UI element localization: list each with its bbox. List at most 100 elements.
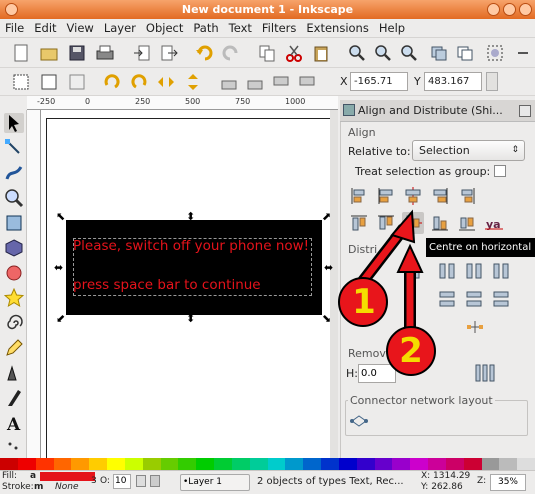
palette-swatch[interactable] <box>321 458 339 470</box>
treat-as-group-checkbox[interactable] <box>494 165 506 177</box>
y-spinner[interactable] <box>486 72 498 91</box>
distribute-gaps-icon[interactable] <box>491 260 513 282</box>
rotate-ccw-icon[interactable] <box>103 73 121 91</box>
palette-swatch[interactable] <box>71 458 90 470</box>
palette-swatch[interactable] <box>53 458 72 470</box>
menu-edit[interactable]: Edit <box>29 19 61 38</box>
connector-layout-icon[interactable] <box>348 410 370 432</box>
palette-swatch[interactable] <box>160 458 179 470</box>
palette-swatch[interactable] <box>410 458 429 470</box>
palette-swatch[interactable] <box>374 458 393 470</box>
minimize-button[interactable] <box>487 3 500 16</box>
align-left-to-right-edge-icon[interactable] <box>456 185 478 207</box>
distribute-middle-icon[interactable] <box>464 288 486 310</box>
palette-swatch[interactable] <box>285 458 304 470</box>
menu-file[interactable]: File <box>0 19 29 38</box>
canvas-text-line1[interactable]: Please, switch off your phone now! <box>73 238 309 254</box>
select-all-layers-icon[interactable] <box>40 73 58 91</box>
remove-overlaps-button-icon[interactable] <box>474 362 496 384</box>
menu-filters[interactable]: Filters <box>257 19 301 38</box>
palette-swatch[interactable] <box>0 458 18 470</box>
import-icon[interactable] <box>133 44 151 62</box>
palette-swatch[interactable] <box>517 458 535 470</box>
zoom-drawing-icon[interactable] <box>374 44 392 62</box>
palette-swatch[interactable] <box>499 458 518 470</box>
distribute-bottom-icon[interactable] <box>491 288 513 310</box>
open-icon[interactable] <box>40 44 58 62</box>
palette-swatch[interactable] <box>463 458 482 470</box>
stroke-width[interactable]: 3 <box>91 476 97 486</box>
close-button[interactable] <box>519 3 532 16</box>
flip-vertical-icon[interactable] <box>184 73 202 91</box>
align-top-to-bottom-icon[interactable] <box>456 212 478 234</box>
new-document-icon[interactable] <box>12 44 30 62</box>
align-baseline-icon[interactable]: ya <box>483 212 505 234</box>
canvas-text-line2[interactable]: press space bar to continue <box>73 277 261 293</box>
menu-extensions[interactable]: Extensions <box>301 19 373 38</box>
flip-horizontal-icon[interactable] <box>157 73 175 91</box>
palette-swatch[interactable] <box>196 458 215 470</box>
palette-swatch[interactable] <box>481 458 500 470</box>
lower-icon[interactable] <box>272 73 290 91</box>
palette-swatch[interactable] <box>249 458 268 470</box>
redo-icon[interactable] <box>222 44 240 62</box>
rotate-cw-icon[interactable] <box>130 73 148 91</box>
zoom-page-icon[interactable] <box>400 44 418 62</box>
clone-icon[interactable] <box>456 44 474 62</box>
duplicate-icon[interactable] <box>430 44 448 62</box>
select-all-icon[interactable] <box>12 73 30 91</box>
x-input[interactable]: -165.71 <box>350 72 408 91</box>
save-icon[interactable] <box>68 44 86 62</box>
palette-swatch[interactable] <box>89 458 108 470</box>
relative-to-select[interactable]: Selection ⇕ <box>412 140 525 161</box>
palette-swatch[interactable] <box>35 458 54 470</box>
stroke-indicator[interactable]: m <box>34 482 43 492</box>
rectangle-tool-icon[interactable] <box>4 213 24 233</box>
ellipse-tool-icon[interactable] <box>4 263 24 283</box>
stroke-value[interactable]: None <box>55 482 78 492</box>
menu-help[interactable]: Help <box>374 19 410 38</box>
palette-swatch[interactable] <box>142 458 161 470</box>
spiral-tool-icon[interactable] <box>4 313 24 333</box>
palette-swatch[interactable] <box>124 458 143 470</box>
undo-icon[interactable] <box>195 44 213 62</box>
export-icon[interactable] <box>160 44 178 62</box>
spray-tool-icon[interactable] <box>4 438 24 458</box>
opacity-input[interactable]: 10 <box>113 474 131 489</box>
calligraphy-tool-icon[interactable] <box>4 388 24 408</box>
palette-swatch[interactable] <box>231 458 250 470</box>
layer-visibility-icon[interactable] <box>136 475 146 487</box>
scale-handle-icon[interactable]: ⬌ <box>54 262 63 273</box>
scale-handle-icon[interactable]: ⬉ <box>56 211 65 222</box>
node-tool-icon[interactable] <box>4 138 24 158</box>
palette-swatch[interactable] <box>428 458 446 470</box>
palette-swatch[interactable] <box>17 458 36 470</box>
panel-header[interactable]: Align and Distribute (Shi... <box>340 100 535 122</box>
raise-icon[interactable] <box>246 73 264 91</box>
fill-swatch[interactable] <box>40 472 95 481</box>
palette-swatch[interactable] <box>178 458 197 470</box>
fill-indicator[interactable]: a <box>30 471 36 481</box>
scale-handle-icon[interactable]: ⬍ <box>186 211 195 222</box>
zoom-tool-icon[interactable] <box>4 188 24 208</box>
selector-tool-icon[interactable] <box>4 113 24 133</box>
menu-view[interactable]: View <box>62 19 99 38</box>
layer-select[interactable]: •Layer 1 <box>180 474 250 491</box>
pencil-tool-icon[interactable] <box>4 338 24 358</box>
graph-layout-icon[interactable] <box>464 316 486 338</box>
layer-lock-icon[interactable] <box>150 475 160 487</box>
palette-swatch[interactable] <box>267 458 286 470</box>
raise-to-top-icon[interactable] <box>220 73 238 91</box>
palette-swatch[interactable] <box>392 458 411 470</box>
panel-close-icon[interactable] <box>519 105 531 117</box>
copy-icon[interactable] <box>258 44 276 62</box>
text-tool-icon[interactable]: A <box>4 413 24 435</box>
scale-handle-icon[interactable]: ⬋ <box>56 313 65 324</box>
star-tool-icon[interactable] <box>3 287 25 308</box>
palette-swatch[interactable] <box>445 458 464 470</box>
window-menu-icon[interactable] <box>5 3 18 16</box>
palette-swatch[interactable] <box>356 458 375 470</box>
palette-swatch[interactable] <box>303 458 322 470</box>
menu-object[interactable]: Object <box>141 19 188 38</box>
3d-box-tool-icon[interactable] <box>4 238 24 258</box>
